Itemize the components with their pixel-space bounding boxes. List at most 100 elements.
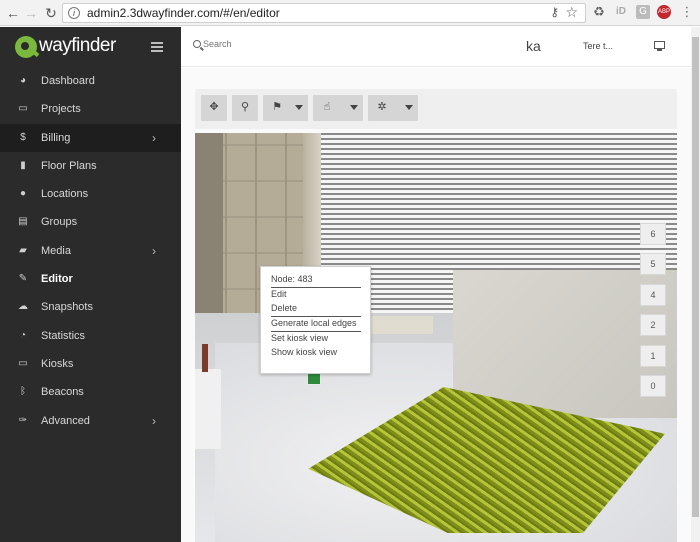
level-button-1[interactable]: 1 [640,344,666,367]
pin-tool-button[interactable]: ⚲ [232,95,258,121]
hand-icon: ☝ [323,101,331,113]
node-marker-icon[interactable] [307,373,321,385]
caret-down-icon[interactable] [405,105,413,110]
move-icon: ✥ [209,101,219,113]
browser-menu-icon[interactable]: ⋮ [680,5,694,19]
pin-icon: ⚲ [240,101,250,113]
edit-icon: ✎ [18,273,28,285]
search-icon [193,40,201,48]
sidebar-item-label: Kiosks [41,357,74,370]
level-button-4[interactable]: 4 [640,283,666,306]
reload-icon[interactable]: ↻ [42,4,60,22]
sidebar-item-label: Snapshots [41,301,93,314]
chevron-right-icon: › [152,130,156,145]
sidebar-item-groups[interactable]: ▤ Groups [0,208,181,236]
red-strip [202,344,208,372]
context-delete[interactable]: Delete [271,303,297,313]
sitemap-icon: ▤ [18,216,28,228]
context-set-kiosk-view[interactable]: Set kiosk view [271,333,328,343]
sidebar-item-floor-plans[interactable]: ▮ Floor Plans [0,152,181,180]
context-menu-title: Node: 483 [271,274,313,284]
level-button-0[interactable]: 0 [640,375,666,397]
sidebar-item-label: Locations [41,188,89,201]
sidebar-item-editor[interactable]: ✎ Editor [0,265,181,293]
flag-tool-button[interactable]: ⚑ [263,95,308,121]
search-input[interactable] [203,39,323,49]
sidebar-item-label: Projects [41,103,81,116]
sidebar-item-snapshots[interactable]: ☁ Snapshots [0,293,181,321]
sidebar-item-label: Billing [41,131,71,144]
sidebar-item-locations[interactable]: ● Locations [0,180,181,208]
sidebar-item-label: Floor Plans [41,159,97,172]
sidebar-item-billing[interactable]: $ Billing › [0,123,181,152]
pie-chart-icon: ◔ [19,329,27,341]
url-text: admin2.3dwayfinder.com/#/en/editor [87,6,280,20]
settings-icon: ✲ [377,101,387,113]
level-button-5[interactable]: 5 [640,253,666,276]
sidebar: wayfinder ◕ Dashboard ▭ Projects $ Billing › ▮ F… [0,27,181,542]
sidebar-item-advanced[interactable]: ✑ Advanced › [0,407,181,435]
context-edit[interactable]: Edit [271,289,287,299]
context-generate-local-edges[interactable]: Generate local edges [271,318,357,328]
cloud-icon: ☁ [18,301,28,313]
brand-name: wayfinder [39,35,116,56]
sidebar-item-label: Dashboard [41,75,95,87]
sidebar-item-kiosks[interactable]: ▭ Kiosks [0,350,181,378]
hamburger-menu-icon[interactable] [151,42,163,52]
sidebar-item-label: Editor [41,273,73,286]
key-icon[interactable]: ⚷ [550,5,559,19]
briefcase-icon: ▭ [18,103,28,115]
move-tool-button[interactable]: ✥ [201,95,227,121]
level-button-2[interactable]: 2 [640,314,666,337]
image-icon: ▰ [19,244,27,256]
sidebar-item-label: Groups [41,216,78,229]
sidebar-item-beacons[interactable]: ᛒ Beacons [0,378,181,406]
desktop-icon: ▭ [18,357,28,369]
level-button-6[interactable]: 6 [640,223,666,245]
context-menu-divider [271,287,361,288]
caret-down-icon[interactable] [295,105,303,110]
scrollbar-thumb[interactable] [692,37,699,517]
sidebar-item-label: Beacons [41,386,84,399]
editor-toolbar: ✥ ⚲ ⚑ ☝ ✲ [195,89,677,129]
user-initials[interactable]: ka [526,38,541,54]
address-bar[interactable]: i admin2.3dwayfinder.com/#/en/editor ⚷ ☆ [62,3,586,23]
dollar-icon: $ [20,131,26,143]
flag-icon: ⚑ [272,101,282,113]
sidebar-item-dashboard[interactable]: ◕ Dashboard [0,67,181,95]
side-box [195,369,221,449]
adblock-extension-icon[interactable]: ABP [657,5,671,19]
map-marker-icon: ● [19,188,27,200]
g-extension-icon[interactable]: G [636,5,650,19]
monitor-icon[interactable] [654,41,665,51]
back-arrow-icon[interactable]: ← [4,4,22,22]
sidebar-item-projects[interactable]: ▭ Projects [0,95,181,123]
sidebar-menu: ◕ Dashboard ▭ Projects $ Billing › ▮ Floor Plans… [0,67,181,435]
caret-down-icon[interactable] [350,105,358,110]
forward-arrow-icon[interactable]: → [22,4,40,22]
browser-toolbar: ← → ↻ i admin2.3dwayfinder.com/#/en/edit… [0,0,700,26]
bookmark-star-icon[interactable]: ☆ [565,4,578,21]
sidebar-item-media[interactable]: ▰ Media › [0,237,181,265]
chevron-right-icon: › [152,413,156,428]
node-context-menu: Node: 483 Edit Delete Generate local edg… [260,266,371,374]
building-icon: ▮ [20,159,26,171]
bluetooth-icon: ᛒ [20,386,26,398]
settings-tool-button[interactable]: ✲ [368,95,418,121]
page-scrollbar[interactable] [691,27,700,542]
brand[interactable]: wayfinder [0,27,181,67]
top-header: ka Tere t... [181,27,691,67]
dashboard-icon: ◕ [19,75,27,86]
hand-tool-button[interactable]: ☝ [313,95,363,121]
recycle-extension-icon[interactable]: ♻ [592,5,606,19]
info-icon[interactable]: i [68,7,80,19]
sidebar-item-statistics[interactable]: ◔ Statistics [0,322,181,350]
sidebar-item-label: Advanced [41,414,90,427]
context-show-kiosk-view[interactable]: Show kiosk view [271,347,337,357]
id-extension-icon[interactable]: iD [614,5,628,19]
sidebar-item-label: Media [41,244,71,257]
user-name[interactable]: Tere t... [583,41,613,51]
wrench-icon: ✑ [18,414,28,426]
chevron-right-icon: › [152,243,156,258]
context-menu-divider [271,331,361,332]
